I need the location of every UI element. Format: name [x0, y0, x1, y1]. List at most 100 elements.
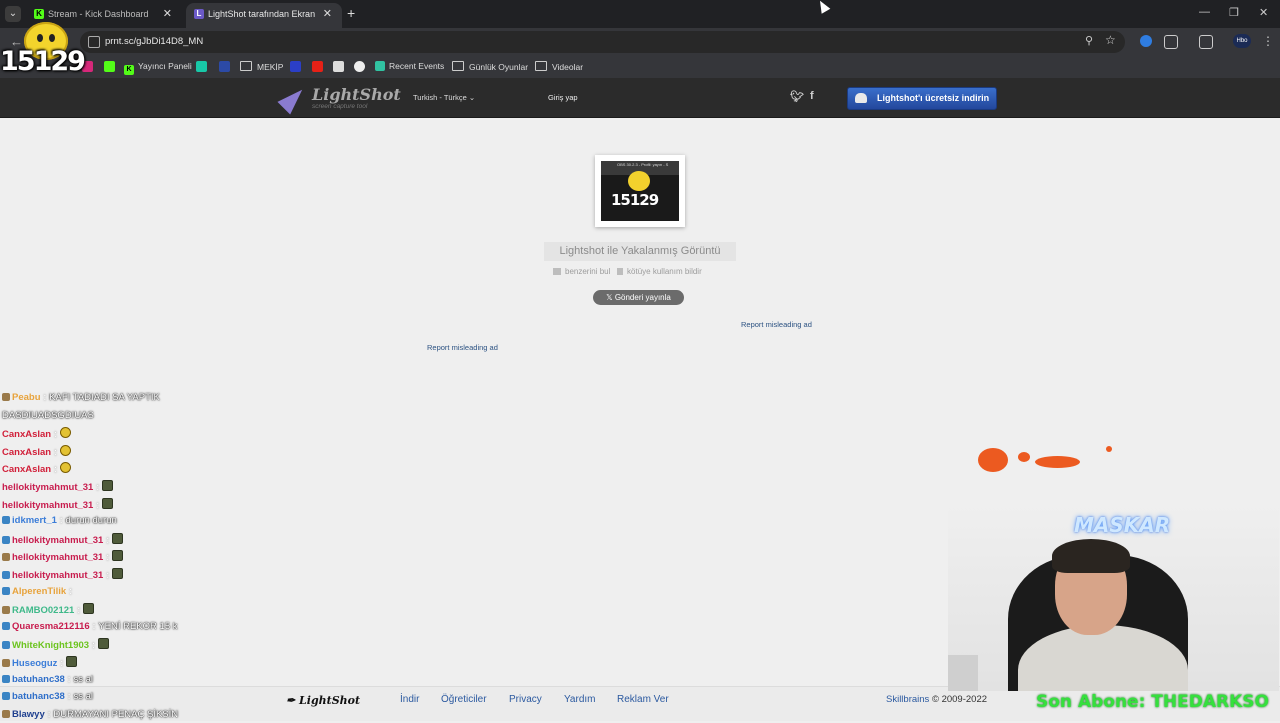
- tweet-button[interactable]: 𝕏 Gönderi yayınla: [593, 290, 684, 305]
- minimize-button[interactable]: —: [1199, 6, 1210, 18]
- chat-text: durun durun: [65, 515, 117, 527]
- chat-username[interactable]: Peabu: [12, 392, 41, 403]
- chat-text: ss al: [73, 673, 93, 685]
- chat-username[interactable]: hellokitymahmut_31: [12, 535, 103, 546]
- bookmarks-bar: K Yayıncı Paneli MEKİP Recent Events Günl…: [0, 56, 1280, 78]
- report-misleading-ad-link[interactable]: Report misleading ad: [427, 343, 498, 352]
- tab-title: Stream - Kick Dashboard: [48, 9, 149, 19]
- footer-link-help[interactable]: Yardım: [564, 694, 596, 705]
- bookmark-mekip[interactable]: MEKİP: [240, 61, 283, 72]
- tank-emote-icon: [111, 568, 123, 579]
- lightshot-header: LightShot screen capture tool Turkish - …: [0, 78, 1280, 118]
- lightshot-logo[interactable]: LightShot screen capture tool: [277, 83, 401, 115]
- chat-message: CanxAslan:: [2, 462, 71, 476]
- close-tab-icon[interactable]: ✕: [163, 7, 172, 20]
- bookmark-app-icon[interactable]: [196, 61, 207, 72]
- tank-emote-icon: [82, 603, 94, 615]
- facebook-icon[interactable]: f: [810, 90, 814, 102]
- screenshot-thumbnail[interactable]: OBS 30.2.3 - Profil: yayın - S 15129: [595, 155, 685, 227]
- chat-username[interactable]: batuhanc38: [12, 674, 65, 685]
- chat-separator: :: [106, 570, 109, 581]
- chat-username[interactable]: hellokitymahmut_31: [2, 500, 93, 511]
- chat-username[interactable]: hellokitymahmut_31: [12, 552, 103, 563]
- kick-icon: K: [124, 65, 134, 75]
- side-panel-icon[interactable]: [1199, 35, 1213, 49]
- omnibox[interactable]: prnt.sc/gJbDi14D8_MN ⚲ ☆: [80, 31, 1125, 53]
- bookmark-app-icon[interactable]: [354, 61, 365, 72]
- chat-text: DURMAYANI PENAÇ ŞİKSİN: [53, 708, 179, 720]
- chat-username[interactable]: Blawyy: [12, 709, 45, 720]
- user-badge-icon: [2, 393, 10, 401]
- footer-link-download[interactable]: İndir: [400, 694, 419, 705]
- chat-username[interactable]: AlperenTilik: [12, 586, 66, 597]
- bookmark-yayinci-paneli[interactable]: K Yayıncı Paneli: [124, 61, 192, 75]
- zoom-icon[interactable]: ⚲: [1085, 34, 1093, 47]
- user-badge-icon: [2, 692, 10, 701]
- chat-username[interactable]: CanxAslan: [2, 429, 51, 440]
- close-tab-icon[interactable]: ✕: [323, 7, 332, 20]
- bookmark-star-icon[interactable]: ☆: [1105, 33, 1116, 47]
- twitter-icon[interactable]: 🐦︎: [790, 90, 804, 103]
- footer-link-advertise[interactable]: Reklam Ver: [617, 694, 669, 705]
- chat-message: batuhanc38: ss al: [2, 691, 93, 705]
- emoji-face-icon: [628, 171, 650, 191]
- kick-icon: K: [34, 9, 44, 19]
- download-button[interactable]: Lightshot'ı ücretsiz indirin: [847, 87, 997, 110]
- restore-button[interactable]: ❐: [1229, 6, 1239, 19]
- chat-separator: :: [96, 499, 99, 511]
- tab-lightshot[interactable]: L LightShot tarafından Ekran Gör ✕: [186, 3, 342, 28]
- chat-username[interactable]: hellokitymahmut_31: [2, 482, 93, 493]
- profile-avatar[interactable]: Hbo: [1233, 34, 1251, 48]
- new-tab-button[interactable]: +: [347, 5, 355, 21]
- tank-emote-icon: [97, 638, 109, 650]
- url-text[interactable]: prnt.sc/gJbDi14D8_MN: [105, 36, 203, 47]
- youtube-icon[interactable]: [312, 61, 323, 72]
- footer-logo[interactable]: ✒ LightShot: [286, 694, 360, 707]
- capture-actions: benzerini bul kötüye kullanım bildir: [553, 267, 702, 276]
- kick-icon[interactable]: [104, 61, 115, 72]
- chat-message: Huseoguz:: [2, 656, 78, 670]
- chat-separator: :: [67, 691, 71, 703]
- chat-username[interactable]: CanxAslan: [2, 464, 51, 475]
- language-select[interactable]: Turkish - Türkçe ⌄: [413, 93, 475, 102]
- chat-username[interactable]: WhiteKnight1903: [12, 640, 89, 651]
- copyright: Skillbrains © 2009-2022: [886, 694, 988, 705]
- chat-text: ss al: [73, 691, 93, 703]
- bookmark-recent-events[interactable]: Recent Events: [375, 61, 444, 71]
- bookmark-videolar[interactable]: Videolar: [535, 61, 583, 72]
- chat-username[interactable]: idkmert_1: [12, 515, 57, 526]
- close-window-button[interactable]: ✕: [1259, 6, 1268, 19]
- chat-username[interactable]: CanxAslan: [2, 447, 51, 458]
- chat-username[interactable]: Huseoguz: [12, 658, 57, 669]
- extensions-puzzle-icon[interactable]: [1164, 35, 1178, 49]
- browser-menu-icon[interactable]: ⋮: [1262, 34, 1274, 48]
- image-icon[interactable]: [333, 61, 344, 72]
- chat-text: DASDIUADSGDIUAS: [2, 409, 94, 421]
- chat-username[interactable]: Quaresma212116: [12, 621, 90, 632]
- chat-separator: :: [67, 673, 71, 685]
- login-link[interactable]: Giriş yap: [548, 93, 578, 102]
- chat-username[interactable]: hellokitymahmut_31: [12, 570, 103, 581]
- site-info-icon[interactable]: [88, 36, 100, 48]
- camera-icon: [553, 268, 561, 275]
- footer-link-privacy[interactable]: Privacy: [509, 694, 542, 705]
- skillbrains-link[interactable]: Skillbrains: [886, 694, 929, 705]
- report-abuse-link[interactable]: kötüye kullanım bildir: [617, 267, 702, 276]
- chat-separator: :: [60, 658, 64, 669]
- footer-link-tutorials[interactable]: Öğreticiler: [441, 694, 487, 705]
- chat-username[interactable]: RAMBO02121: [12, 605, 74, 616]
- paint-splash: [1035, 456, 1080, 468]
- tab-search-button[interactable]: ⌄: [5, 6, 21, 22]
- extension-icon[interactable]: [1140, 35, 1152, 47]
- feather-icon: ✒: [286, 694, 300, 707]
- bookmark-gunluk-oyunlar[interactable]: Günlük Oyunlar: [452, 61, 528, 72]
- background-object: [948, 655, 978, 691]
- bookmark-app-icon[interactable]: [290, 61, 301, 72]
- report-misleading-ad-link[interactable]: Report misleading ad: [741, 320, 812, 329]
- bookmark-app-icon[interactable]: [219, 61, 230, 72]
- screenshot-image: OBS 30.2.3 - Profil: yayın - S 15129: [601, 161, 679, 221]
- chat-separator: :: [54, 429, 57, 441]
- chat-separator: :: [92, 640, 95, 652]
- find-similar-link[interactable]: benzerini bul: [553, 267, 610, 276]
- chat-username[interactable]: batuhanc38: [12, 691, 65, 702]
